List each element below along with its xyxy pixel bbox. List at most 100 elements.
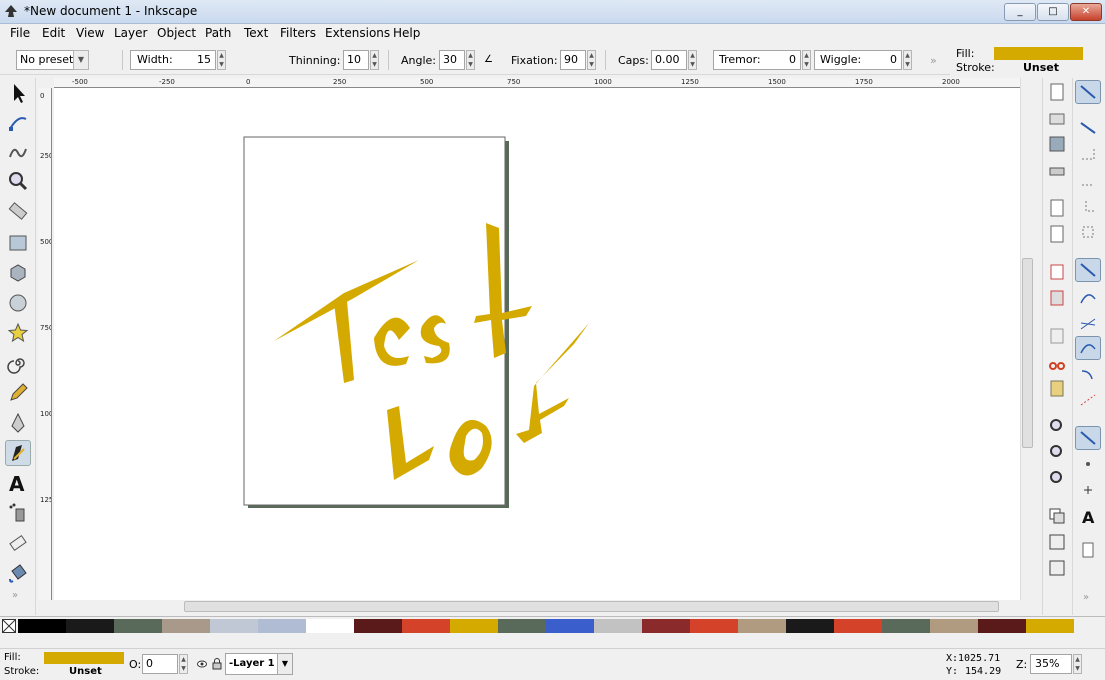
snap-page-border-icon[interactable] (1075, 538, 1101, 562)
color-swatch[interactable] (498, 619, 546, 633)
fixation-spinner[interactable]: ▲ ▼ (587, 50, 596, 70)
width-spinner[interactable]: ▲ ▼ (217, 50, 226, 70)
star-tool-icon[interactable] (5, 320, 31, 346)
tweak-tool-icon[interactable] (5, 138, 31, 164)
color-swatch[interactable] (162, 619, 210, 633)
angle-spinner[interactable]: ▲ ▼ (466, 50, 475, 70)
color-swatch[interactable] (930, 619, 978, 633)
tremor-spinner[interactable]: ▲ ▼ (802, 50, 811, 70)
color-swatch[interactable] (1026, 619, 1074, 633)
menu-text[interactable]: Text (244, 26, 268, 40)
pen-tool-icon[interactable] (5, 410, 31, 436)
snap-others-icon[interactable] (1075, 426, 1101, 450)
preset-select[interactable]: No preset (16, 50, 80, 70)
visibility-eye-icon[interactable] (197, 659, 207, 669)
snap-bbox-edge-icon[interactable] (1075, 142, 1101, 166)
minimize-button[interactable]: _ (1004, 3, 1036, 21)
opacity-spinner[interactable]: ▲ ▼ (179, 654, 188, 674)
selector-tool-icon[interactable] (5, 80, 31, 106)
color-swatch[interactable] (546, 619, 594, 633)
color-swatch[interactable] (594, 619, 642, 633)
color-swatch[interactable] (210, 619, 258, 633)
zoom-selection-icon[interactable] (1047, 416, 1067, 436)
spray-tool-icon[interactable] (5, 500, 31, 526)
rectangle-tool-icon[interactable] (5, 230, 31, 256)
caps-field[interactable]: 0.00 (651, 50, 687, 70)
calligraphy-tool-icon[interactable] (5, 440, 31, 466)
export-icon[interactable] (1047, 224, 1067, 244)
snap-bbox-corner-icon[interactable] (1075, 168, 1101, 192)
color-swatch[interactable] (306, 619, 354, 633)
horizontal-scrollbar[interactable] (54, 600, 1020, 614)
ellipse-tool-icon[interactable] (5, 290, 31, 316)
vertical-scrollbar[interactable] (1020, 78, 1034, 600)
color-swatch[interactable] (690, 619, 738, 633)
layer-chevron-down-icon[interactable]: ▼ (277, 654, 292, 674)
menu-edit[interactable]: Edit (42, 26, 65, 40)
menu-view[interactable]: View (76, 26, 104, 40)
menu-extensions[interactable]: Extensions (325, 26, 390, 40)
color-swatch[interactable] (786, 619, 834, 633)
width-field[interactable]: Width: 15 (130, 50, 216, 70)
redo-icon[interactable] (1047, 288, 1067, 308)
chevron-down-icon[interactable]: ▼ (73, 50, 89, 70)
caps-spinner[interactable]: ▲ ▼ (688, 50, 697, 70)
zoom-tool-icon[interactable] (5, 168, 31, 194)
snap-midpoints-icon[interactable] (1075, 388, 1101, 412)
thinning-field[interactable]: 10 (343, 50, 369, 70)
zoom-drawing-icon[interactable] (1047, 442, 1067, 462)
fixation-field[interactable]: 90 (560, 50, 586, 70)
snap-object-midpoint-icon[interactable] (1075, 452, 1101, 476)
opacity-field[interactable]: 0 (142, 654, 178, 674)
fill-swatch[interactable] (994, 47, 1083, 60)
snap-text-baseline-icon[interactable]: A (1075, 504, 1101, 528)
snap-cusp-nodes-icon[interactable] (1075, 336, 1101, 360)
spiral-tool-icon[interactable] (5, 350, 31, 376)
color-swatch[interactable] (402, 619, 450, 633)
thinning-spinner[interactable]: ▲ ▼ (370, 50, 379, 70)
color-swatch[interactable] (18, 619, 66, 633)
menu-path[interactable]: Path (205, 26, 231, 40)
cut-icon[interactable] (1047, 352, 1067, 372)
undo-icon[interactable] (1047, 262, 1067, 282)
menu-help[interactable]: Help (393, 26, 420, 40)
menu-layer[interactable]: Layer (114, 26, 147, 40)
snap-nodes-icon[interactable] (1075, 258, 1101, 282)
snap-paths-icon[interactable] (1075, 286, 1101, 310)
tremor-field[interactable]: Tremor: 0 (713, 50, 801, 70)
wiggle-field[interactable]: Wiggle: 0 (814, 50, 902, 70)
menu-filters[interactable]: Filters (280, 26, 316, 40)
menu-object[interactable]: Object (157, 26, 196, 40)
color-swatch[interactable] (978, 619, 1026, 633)
zoom-page-icon[interactable] (1047, 468, 1067, 488)
new-document-icon[interactable] (1047, 82, 1067, 102)
color-swatch[interactable] (642, 619, 690, 633)
node-tool-icon[interactable] (5, 110, 31, 136)
open-icon[interactable] (1047, 108, 1067, 128)
zoom-spinner[interactable]: ▲ ▼ (1073, 654, 1082, 674)
angle-icon[interactable]: ∠ (484, 54, 493, 65)
color-swatch[interactable] (258, 619, 306, 633)
zoom-field[interactable]: 35% (1030, 654, 1072, 674)
paint-bucket-tool-icon[interactable] (5, 560, 31, 586)
swatch-strip[interactable] (18, 617, 1088, 635)
color-swatch[interactable] (66, 619, 114, 633)
color-swatch[interactable] (882, 619, 930, 633)
text-tool-icon[interactable]: A (5, 470, 31, 496)
stroke-value[interactable]: Unset (1023, 61, 1059, 74)
measure-tool-icon[interactable] (5, 198, 31, 224)
status-fill-swatch[interactable] (44, 652, 124, 664)
no-paint-swatch-icon[interactable] (2, 619, 16, 633)
status-stroke-value[interactable]: Unset (69, 666, 102, 677)
angle-field[interactable]: 30 (439, 50, 465, 70)
snap-rotation-center-icon[interactable] (1075, 478, 1101, 502)
toolbox-overflow-icon[interactable]: » (12, 590, 18, 601)
eraser-tool-icon[interactable] (5, 530, 31, 556)
snap-smooth-nodes-icon[interactable] (1075, 362, 1101, 386)
drawing-canvas[interactable] (54, 88, 1020, 600)
duplicate-icon[interactable] (1047, 506, 1067, 526)
color-swatch[interactable] (354, 619, 402, 633)
lock-icon[interactable] (212, 658, 222, 670)
pencil-tool-icon[interactable] (5, 380, 31, 406)
color-swatch[interactable] (738, 619, 786, 633)
